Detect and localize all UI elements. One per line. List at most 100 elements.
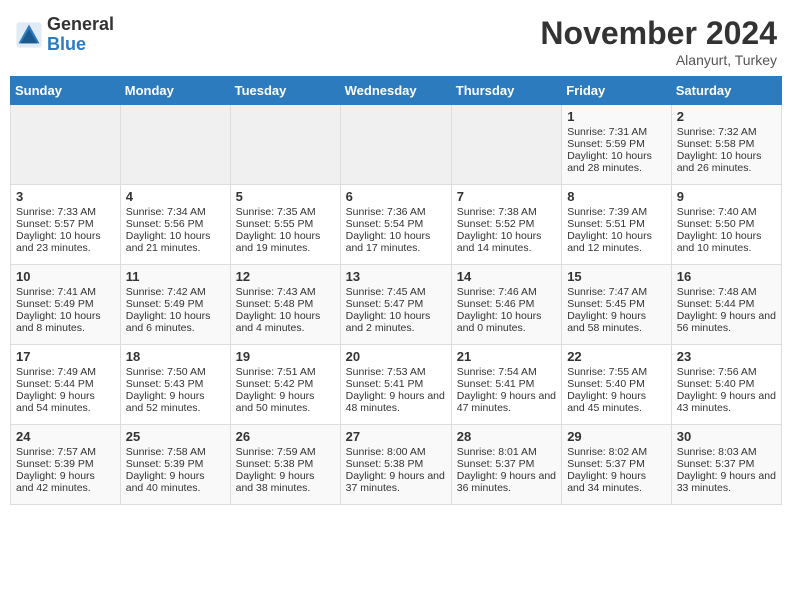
day-info: Sunset: 5:37 PM xyxy=(457,458,556,470)
calendar-cell xyxy=(340,105,451,185)
day-info: Sunrise: 7:46 AM xyxy=(457,286,556,298)
day-info: Sunrise: 7:47 AM xyxy=(567,286,666,298)
calendar-cell: 14Sunrise: 7:46 AMSunset: 5:46 PMDayligh… xyxy=(451,265,561,345)
calendar-cell: 19Sunrise: 7:51 AMSunset: 5:42 PMDayligh… xyxy=(230,345,340,425)
calendar-cell: 8Sunrise: 7:39 AMSunset: 5:51 PMDaylight… xyxy=(562,185,672,265)
calendar-cell: 23Sunrise: 7:56 AMSunset: 5:40 PMDayligh… xyxy=(671,345,781,425)
day-number: 14 xyxy=(457,269,556,284)
day-info: Daylight: 9 hours and 40 minutes. xyxy=(126,470,225,494)
day-info: Daylight: 10 hours and 4 minutes. xyxy=(236,310,335,334)
day-info: Sunset: 5:56 PM xyxy=(126,218,225,230)
logo-icon xyxy=(15,21,43,49)
day-info: Sunset: 5:41 PM xyxy=(346,378,446,390)
calendar-cell xyxy=(11,105,121,185)
day-info: Sunset: 5:44 PM xyxy=(677,298,776,310)
day-info: Sunrise: 7:41 AM xyxy=(16,286,115,298)
day-info: Sunset: 5:47 PM xyxy=(346,298,446,310)
day-info: Sunset: 5:54 PM xyxy=(346,218,446,230)
week-row-4: 17Sunrise: 7:49 AMSunset: 5:44 PMDayligh… xyxy=(11,345,782,425)
day-info: Sunset: 5:43 PM xyxy=(126,378,225,390)
day-info: Daylight: 10 hours and 21 minutes. xyxy=(126,230,225,254)
day-info: Sunrise: 7:31 AM xyxy=(567,126,666,138)
day-info: Sunset: 5:52 PM xyxy=(457,218,556,230)
calendar-cell: 11Sunrise: 7:42 AMSunset: 5:49 PMDayligh… xyxy=(120,265,230,345)
day-header-thursday: Thursday xyxy=(451,77,561,105)
day-number: 8 xyxy=(567,189,666,204)
day-info: Sunrise: 7:51 AM xyxy=(236,366,335,378)
calendar-cell: 29Sunrise: 8:02 AMSunset: 5:37 PMDayligh… xyxy=(562,425,672,505)
calendar-cell: 18Sunrise: 7:50 AMSunset: 5:43 PMDayligh… xyxy=(120,345,230,425)
calendar-cell: 10Sunrise: 7:41 AMSunset: 5:49 PMDayligh… xyxy=(11,265,121,345)
day-number: 9 xyxy=(677,189,776,204)
day-info: Sunset: 5:46 PM xyxy=(457,298,556,310)
day-info: Sunset: 5:41 PM xyxy=(457,378,556,390)
day-info: Sunrise: 7:55 AM xyxy=(567,366,666,378)
calendar-cell: 30Sunrise: 8:03 AMSunset: 5:37 PMDayligh… xyxy=(671,425,781,505)
day-info: Daylight: 10 hours and 28 minutes. xyxy=(567,150,666,174)
day-info: Sunrise: 7:33 AM xyxy=(16,206,115,218)
day-number: 11 xyxy=(126,269,225,284)
day-info: Sunset: 5:50 PM xyxy=(677,218,776,230)
day-info: Daylight: 9 hours and 42 minutes. xyxy=(16,470,115,494)
day-info: Sunrise: 8:03 AM xyxy=(677,446,776,458)
day-number: 12 xyxy=(236,269,335,284)
logo-blue: Blue xyxy=(47,35,114,55)
week-row-5: 24Sunrise: 7:57 AMSunset: 5:39 PMDayligh… xyxy=(11,425,782,505)
calendar-table: SundayMondayTuesdayWednesdayThursdayFrid… xyxy=(10,76,782,505)
day-info: Daylight: 9 hours and 33 minutes. xyxy=(677,470,776,494)
calendar-cell: 2Sunrise: 7:32 AMSunset: 5:58 PMDaylight… xyxy=(671,105,781,185)
day-info: Daylight: 10 hours and 17 minutes. xyxy=(346,230,446,254)
day-info: Daylight: 9 hours and 43 minutes. xyxy=(677,390,776,414)
day-header-wednesday: Wednesday xyxy=(340,77,451,105)
day-info: Sunrise: 7:34 AM xyxy=(126,206,225,218)
day-number: 16 xyxy=(677,269,776,284)
day-number: 10 xyxy=(16,269,115,284)
day-info: Daylight: 9 hours and 54 minutes. xyxy=(16,390,115,414)
day-info: Sunrise: 7:45 AM xyxy=(346,286,446,298)
location: Alanyurt, Turkey xyxy=(540,52,777,68)
day-info: Sunrise: 8:00 AM xyxy=(346,446,446,458)
day-number: 19 xyxy=(236,349,335,364)
day-info: Sunrise: 7:59 AM xyxy=(236,446,335,458)
calendar-cell: 3Sunrise: 7:33 AMSunset: 5:57 PMDaylight… xyxy=(11,185,121,265)
calendar-cell: 4 Sunrise: 7:34 AMSunset: 5:56 PMDaylight… xyxy=(120,185,230,265)
day-info: Sunrise: 7:54 AM xyxy=(457,366,556,378)
page-header: General Blue November 2024 Alanyurt, Tur… xyxy=(10,10,782,68)
calendar-cell: 25Sunrise: 7:58 AMSunset: 5:39 PMDayligh… xyxy=(120,425,230,505)
week-row-2: 3Sunrise: 7:33 AMSunset: 5:57 PMDaylight… xyxy=(11,185,782,265)
calendar-cell: 20Sunrise: 7:53 AMSunset: 5:41 PMDayligh… xyxy=(340,345,451,425)
calendar-cell: 5Sunrise: 7:35 AMSunset: 5:55 PMDaylight… xyxy=(230,185,340,265)
day-info: Sunrise: 7:53 AM xyxy=(346,366,446,378)
day-number: 22 xyxy=(567,349,666,364)
day-info: Daylight: 9 hours and 45 minutes. xyxy=(567,390,666,414)
day-info: Daylight: 9 hours and 37 minutes. xyxy=(346,470,446,494)
day-header-tuesday: Tuesday xyxy=(230,77,340,105)
day-number: 26 xyxy=(236,429,335,444)
day-info: Daylight: 9 hours and 34 minutes. xyxy=(567,470,666,494)
day-header-sunday: Sunday xyxy=(11,77,121,105)
day-number: 4 xyxy=(126,189,225,204)
calendar-cell: 15Sunrise: 7:47 AMSunset: 5:45 PMDayligh… xyxy=(562,265,672,345)
day-info: Sunset: 5:37 PM xyxy=(567,458,666,470)
day-info: Daylight: 10 hours and 2 minutes. xyxy=(346,310,446,334)
calendar-cell xyxy=(230,105,340,185)
day-info: Daylight: 10 hours and 12 minutes. xyxy=(567,230,666,254)
day-info: Daylight: 9 hours and 48 minutes. xyxy=(346,390,446,414)
day-number: 21 xyxy=(457,349,556,364)
calendar-cell: 6Sunrise: 7:36 AMSunset: 5:54 PMDaylight… xyxy=(340,185,451,265)
day-number: 27 xyxy=(346,429,446,444)
calendar-cell: 28Sunrise: 8:01 AMSunset: 5:37 PMDayligh… xyxy=(451,425,561,505)
day-number: 24 xyxy=(16,429,115,444)
day-number: 3 xyxy=(16,189,115,204)
day-header-saturday: Saturday xyxy=(671,77,781,105)
day-number: 23 xyxy=(677,349,776,364)
logo-text: General Blue xyxy=(47,15,114,55)
day-number: 13 xyxy=(346,269,446,284)
calendar-cell xyxy=(451,105,561,185)
day-info: Sunrise: 7:32 AM xyxy=(677,126,776,138)
day-info: Sunrise: 8:02 AM xyxy=(567,446,666,458)
day-info: Sunrise: 7:38 AM xyxy=(457,206,556,218)
day-info: Sunset: 5:39 PM xyxy=(16,458,115,470)
calendar-cell: 27Sunrise: 8:00 AMSunset: 5:38 PMDayligh… xyxy=(340,425,451,505)
logo-general: General xyxy=(47,15,114,35)
